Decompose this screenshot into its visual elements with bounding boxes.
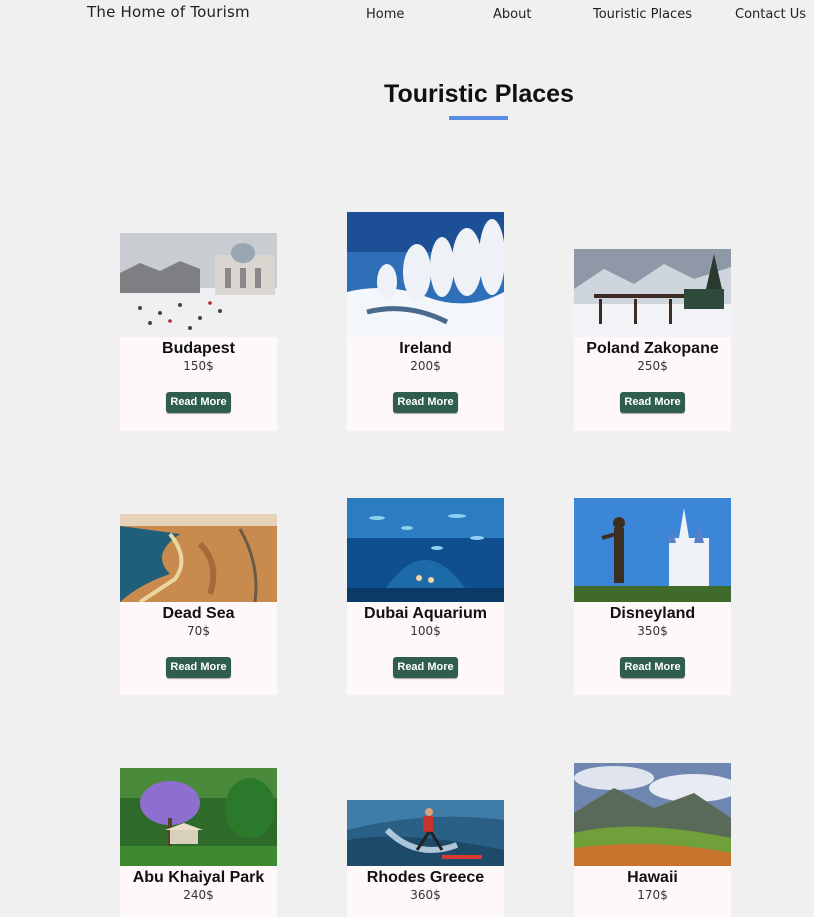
place-name: Budapest	[162, 340, 235, 357]
place-card-poland-zakopane: Poland Zakopane 250$ Read More	[574, 249, 731, 431]
place-name: Rhodes Greece	[366, 869, 485, 886]
place-card-budapest: Budapest 150$ Read More	[120, 233, 277, 431]
place-price: 70$	[187, 624, 210, 638]
abu-khaiyal-photo	[120, 768, 277, 866]
place-price: 250$	[637, 359, 668, 373]
place-price: 200$	[410, 359, 441, 373]
place-price: 100$	[410, 624, 441, 638]
place-name: Dead Sea	[162, 605, 235, 622]
place-price: 240$	[183, 888, 214, 902]
hawaii-photo	[574, 763, 731, 866]
place-price: 170$	[637, 888, 668, 902]
place-price: 150$	[183, 359, 214, 373]
ireland-photo	[347, 212, 504, 337]
place-name: Dubai Aquarium	[364, 605, 487, 622]
read-more-button[interactable]: Read More	[620, 392, 685, 413]
nav-about[interactable]: About	[493, 7, 531, 22]
place-card-hawaii: Hawaii 170$	[574, 763, 731, 917]
rhodes-photo	[347, 800, 504, 866]
place-name: Poland Zakopane	[586, 340, 719, 357]
read-more-button[interactable]: Read More	[620, 657, 685, 678]
nav-contact-us[interactable]: Contact Us	[735, 7, 806, 22]
nav-home[interactable]: Home	[366, 7, 404, 22]
read-more-button[interactable]: Read More	[393, 392, 458, 413]
place-card-disneyland: Disneyland 350$ Read More	[574, 498, 731, 695]
read-more-button[interactable]: Read More	[166, 657, 231, 678]
dead-sea-photo	[120, 514, 277, 602]
place-card-rhodes-greece: Rhodes Greece 360$	[347, 800, 504, 917]
read-more-button[interactable]: Read More	[166, 392, 231, 413]
place-card-ireland: Ireland 200$ Read More	[347, 212, 504, 431]
place-price: 350$	[637, 624, 668, 638]
page-title: Touristic Places	[384, 80, 574, 108]
place-name: Ireland	[399, 340, 452, 357]
title-underline	[449, 116, 508, 120]
place-card-abu-khaiyal-park: Abu Khaiyal Park 240$	[120, 768, 277, 917]
dubai-aquarium-photo	[347, 498, 504, 602]
place-name: Hawaii	[627, 869, 678, 886]
place-card-dubai-aquarium: Dubai Aquarium 100$ Read More	[347, 498, 504, 695]
place-card-dead-sea: Dead Sea 70$ Read More	[120, 514, 277, 695]
nav-touristic-places[interactable]: Touristic Places	[593, 7, 692, 22]
place-price: 360$	[410, 888, 441, 902]
read-more-button[interactable]: Read More	[393, 657, 458, 678]
disneyland-photo	[574, 498, 731, 602]
site-brand[interactable]: The Home of Tourism	[87, 3, 250, 21]
zakopane-photo	[574, 249, 731, 337]
budapest-photo	[120, 233, 277, 337]
place-name: Abu Khaiyal Park	[132, 869, 265, 886]
place-name: Disneyland	[609, 605, 696, 622]
